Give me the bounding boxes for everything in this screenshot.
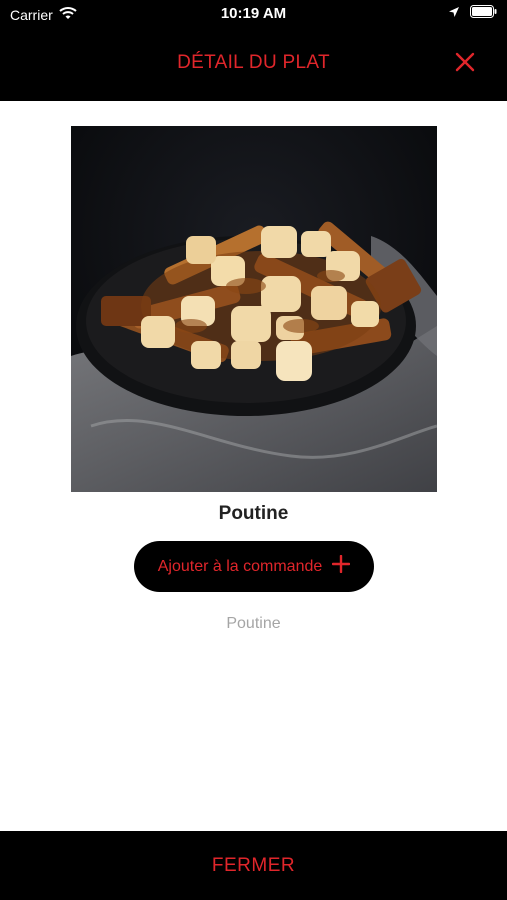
dish-photo <box>71 126 437 492</box>
location-arrow-icon <box>448 5 460 21</box>
nav-bar: DÉTAIL DU PLAT <box>0 28 507 101</box>
status-bar: Carrier 10:19 AM <box>0 0 507 28</box>
close-button[interactable] <box>451 50 479 78</box>
dish-detail-content: Poutine Ajouter à la commande Poutine <box>0 101 507 831</box>
status-time: 10:19 AM <box>220 5 287 22</box>
close-footer-button[interactable]: FERMER <box>0 831 507 900</box>
add-to-order-button[interactable]: Ajouter à la commande <box>134 541 374 592</box>
dish-description: Poutine <box>226 615 281 632</box>
close-footer-label: FERMER <box>211 854 296 876</box>
add-to-order-label: Ajouter à la commande <box>157 557 323 575</box>
battery-icon <box>470 5 497 21</box>
page-title: DÉTAIL DU PLAT <box>177 52 330 73</box>
dish-name: Poutine <box>218 503 289 524</box>
close-icon <box>455 52 475 77</box>
plus-icon <box>332 554 351 578</box>
status-right <box>448 5 497 21</box>
